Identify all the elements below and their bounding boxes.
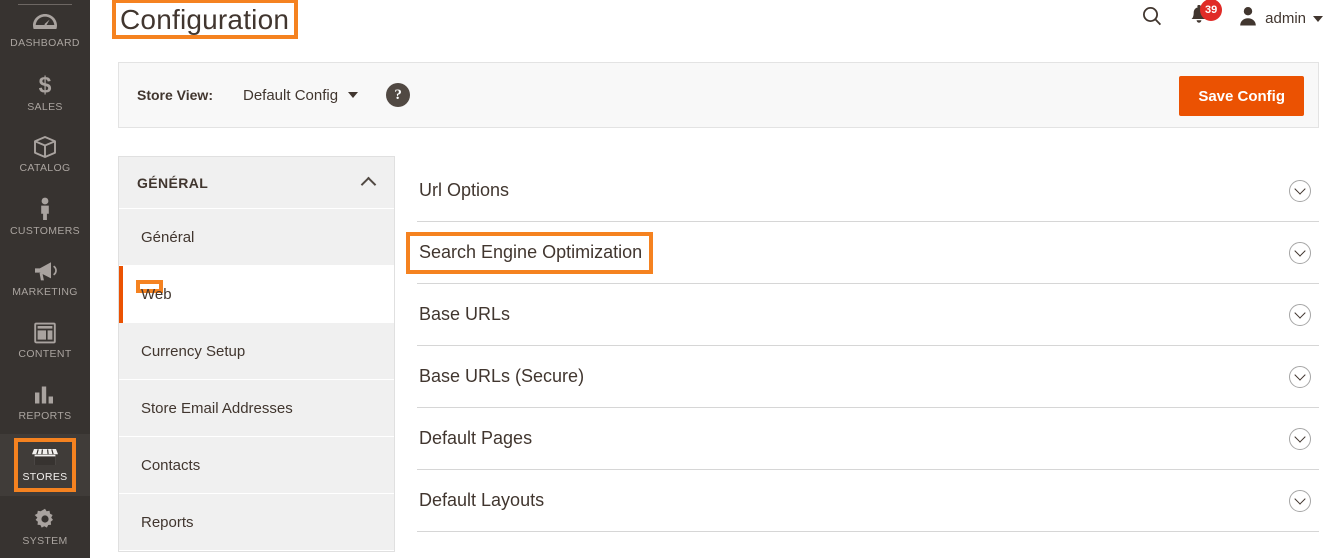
header-tools: 39 admin — [1140, 0, 1323, 33]
page-header: Configuration 39 admin — [90, 0, 1341, 62]
config-sections-list: Url Options Search Engine Optimization Bas… — [406, 156, 1319, 552]
search-icon — [1140, 4, 1164, 33]
notifications-button[interactable]: 39 — [1188, 0, 1223, 33]
chevron-down-circle-icon[interactable] — [1289, 427, 1311, 450]
section-title: Base URLs — [417, 304, 512, 325]
person-icon — [37, 197, 53, 221]
config-nav-item-reports[interactable]: Reports — [119, 494, 394, 551]
bar-chart-icon — [33, 384, 57, 406]
box-icon — [33, 136, 57, 159]
storefront-icon — [32, 447, 58, 467]
config-nav-panel: GÉNÉRAL Général Web Currency Setup Store Em… — [118, 156, 395, 552]
user-menu-button[interactable]: admin — [1238, 5, 1323, 32]
section-title: Url Options — [417, 180, 511, 201]
section-row[interactable]: Base URLs (Secure) — [417, 346, 1319, 408]
dollar-sign-icon: $ — [37, 73, 53, 97]
chevron-up-icon — [360, 176, 377, 193]
sidebar-item-label: MARKETING — [12, 286, 78, 299]
config-nav-item-label: Store Email Addresses — [141, 399, 293, 417]
sidebar-item-marketing[interactable]: MARKETING — [0, 248, 90, 310]
section-title: Search Engine Optimization — [406, 232, 654, 274]
user-name: admin — [1265, 10, 1306, 27]
sidebar-item-label: CATALOG — [19, 162, 71, 175]
config-nav-item-store-email-addresses[interactable]: Store Email Addresses — [119, 380, 394, 437]
store-view-bar: Store View: Default Config ? Save Config — [118, 62, 1319, 128]
main-column: Configuration 39 admin Store View: Defau… — [90, 0, 1341, 558]
section-title: Default Layouts — [417, 490, 546, 511]
config-nav-item-web[interactable]: Web — [119, 266, 394, 323]
section-row[interactable]: Base URLs — [417, 284, 1319, 346]
chevron-down-circle-icon[interactable] — [1289, 365, 1311, 388]
config-nav-item-label: Général — [141, 228, 195, 246]
question-mark-icon[interactable]: ? — [386, 83, 411, 107]
config-nav-section-header[interactable]: GÉNÉRAL — [119, 157, 394, 209]
search-button[interactable] — [1140, 4, 1164, 33]
svg-text:$: $ — [39, 73, 52, 97]
sidebar-item-system[interactable]: SYSTEM — [0, 496, 90, 558]
store-view-label: Store View: — [137, 87, 213, 103]
sidebar-item-label: SYSTEM — [22, 535, 68, 548]
sidebar-item-reports[interactable]: REPORTS — [0, 372, 90, 434]
section-title: Base URLs (Secure) — [417, 366, 586, 387]
sidebar-item-sales[interactable]: $ SALES — [0, 62, 90, 124]
section-row[interactable]: Url Options — [417, 160, 1319, 222]
chevron-down-circle-icon[interactable] — [1289, 303, 1311, 326]
section-title-text: Default Layouts — [419, 490, 545, 510]
user-avatar-icon — [1238, 5, 1258, 32]
config-nav-item-label: Web — [141, 286, 172, 303]
content-area: GÉNÉRAL Général Web Currency Setup Store Em… — [90, 128, 1341, 552]
sidebar-item-label: SALES — [27, 101, 63, 114]
section-title-text: Search Engine Optimization — [419, 242, 643, 262]
sidebar-item-stores[interactable]: STORES — [0, 434, 90, 496]
sidebar-item-label: REPORTS — [18, 410, 72, 423]
sidebar-item-catalog[interactable]: CATALOG — [0, 124, 90, 186]
config-nav-item-currency-setup[interactable]: Currency Setup — [119, 323, 394, 380]
config-nav-item-g-n-ral[interactable]: Général — [119, 209, 394, 266]
config-nav-section-title: GÉNÉRAL — [137, 174, 209, 191]
sidebar-item-label: CUSTOMERS — [9, 225, 81, 238]
sidebar-item-dashboard[interactable]: DASHBOARD — [0, 0, 90, 62]
sidebar-item-content[interactable]: CONTENT — [0, 310, 90, 372]
section-title-text: Url Options — [419, 180, 510, 200]
notification-count-badge: 39 — [1200, 0, 1223, 21]
section-title: Default Pages — [417, 428, 534, 449]
section-row[interactable]: Search Engine Optimization — [406, 222, 1319, 284]
page-title: Configuration — [120, 4, 290, 35]
config-nav-item-contacts[interactable]: Contacts — [119, 437, 394, 494]
store-view-select[interactable]: Default Config — [243, 86, 359, 104]
admin-sidebar: DASHBOARD $ SALES CATALOG CUSTOMERS MARKETING… — [0, 0, 90, 558]
gear-icon — [33, 507, 57, 531]
section-row[interactable]: Default Pages — [417, 408, 1319, 470]
sidebar-item-label: STORES — [22, 471, 68, 484]
dashboard-gauge-icon — [32, 13, 58, 33]
chevron-down-circle-icon[interactable] — [1289, 179, 1311, 202]
layout-page-icon — [34, 322, 56, 344]
sidebar-item-label: CONTENT — [18, 348, 72, 361]
section-title-text: Base URLs (Secure) — [419, 366, 585, 386]
chevron-down-icon — [348, 92, 359, 98]
sidebar-item-customers[interactable]: CUSTOMERS — [0, 186, 90, 248]
section-title-text: Base URLs — [419, 304, 511, 324]
section-row[interactable]: Default Layouts — [417, 470, 1319, 532]
chevron-down-circle-icon[interactable] — [1289, 241, 1311, 264]
store-view-value: Default Config — [243, 86, 339, 104]
page-title-wrapper: Configuration — [112, 0, 299, 40]
config-nav-item-label: Reports — [141, 513, 194, 531]
save-config-button[interactable]: Save Config — [1179, 76, 1304, 116]
megaphone-icon — [32, 260, 58, 282]
sidebar-item-label: DASHBOARD — [10, 37, 80, 50]
config-nav-item-label: Contacts — [141, 456, 201, 474]
chevron-down-circle-icon[interactable] — [1289, 489, 1311, 512]
config-nav-item-label: Currency Setup — [141, 342, 246, 360]
section-title-text: Default Pages — [419, 428, 533, 448]
admin-page: DASHBOARD $ SALES CATALOG CUSTOMERS MARKETING… — [0, 0, 1341, 558]
chevron-down-icon — [1313, 15, 1323, 22]
